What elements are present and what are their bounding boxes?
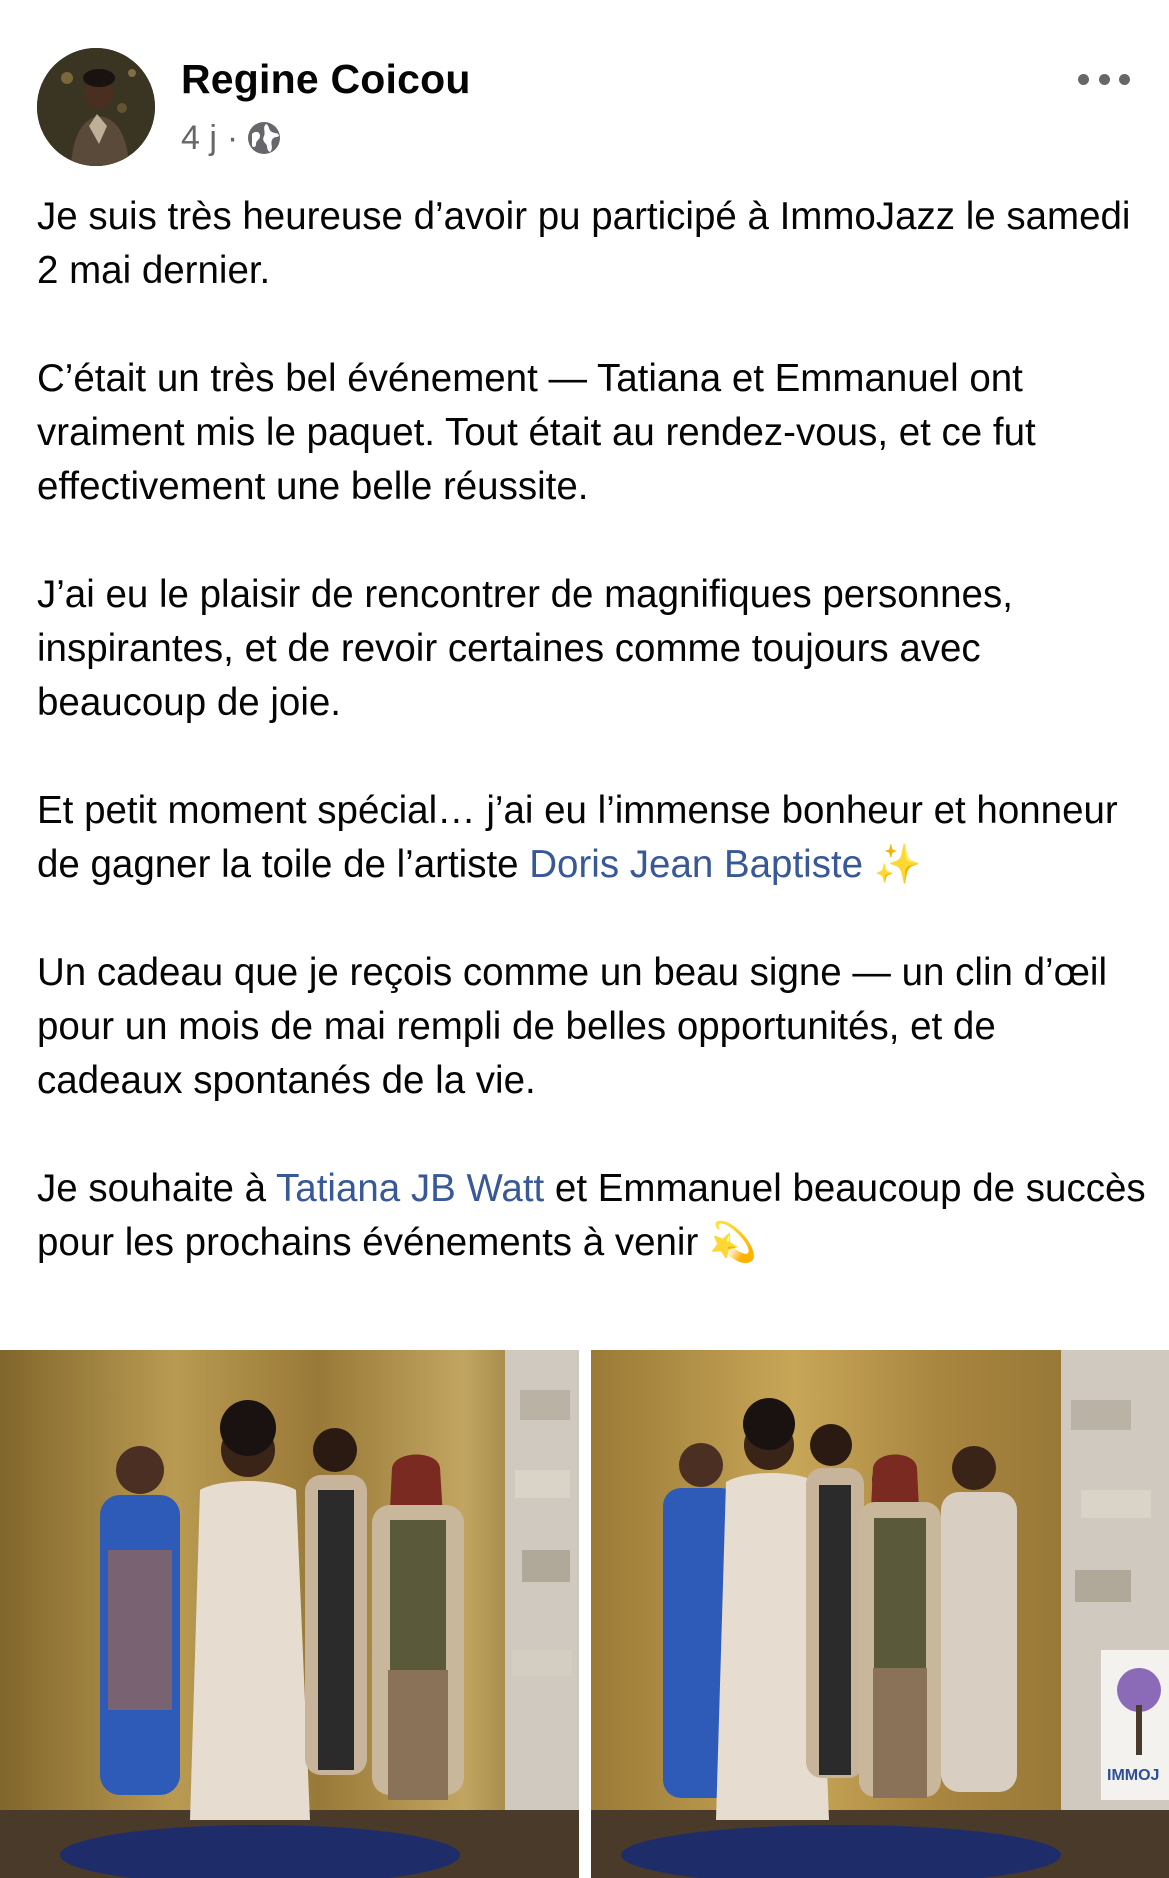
post-photo[interactable] (0, 1350, 579, 1878)
more-dot (1078, 73, 1089, 85)
post-photo[interactable]: IMMOJ (591, 1350, 1169, 1878)
paragraph: Je souhaite à Tatiana JB Watt et Emmanue… (37, 1162, 1147, 1270)
paragraph: Un cadeau que je reçois comme un beau si… (37, 951, 1108, 1102)
more-options-button[interactable] (1078, 64, 1130, 94)
author-avatar[interactable] (37, 48, 155, 166)
sparkles-emoji: ✨ (873, 843, 922, 886)
dizzy-emoji: 💫 (708, 1221, 757, 1264)
paragraph: C’était un très bel événement — Tatiana … (37, 357, 1036, 508)
mention-link[interactable]: Tatiana JB Watt (276, 1167, 544, 1210)
more-dot (1098, 73, 1110, 85)
paragraph: Je suis très heureuse d’avoir pu partici… (37, 195, 1131, 292)
more-dot (1119, 73, 1130, 85)
globe-icon[interactable] (246, 120, 282, 156)
post-header: Regine Coicou 4 j · (0, 0, 1169, 180)
paragraph: Et petit moment spécial… j’ai eu l’immen… (37, 784, 1147, 892)
post-body: Je suis très heureuse d’avoir pu partici… (37, 190, 1147, 1270)
post-time[interactable]: 4 j (181, 119, 217, 158)
sign-text: IMMOJ (1107, 1767, 1159, 1784)
paragraph-text: Je souhaite à (37, 1167, 277, 1210)
paragraph: J’ai eu le plaisir de rencontrer de magn… (37, 573, 1013, 724)
post-meta: 4 j · (181, 116, 282, 160)
mention-link[interactable]: Doris Jean Baptiste (529, 843, 863, 886)
author-name[interactable]: Regine Coicou (181, 56, 471, 103)
meta-separator: · (226, 118, 239, 157)
